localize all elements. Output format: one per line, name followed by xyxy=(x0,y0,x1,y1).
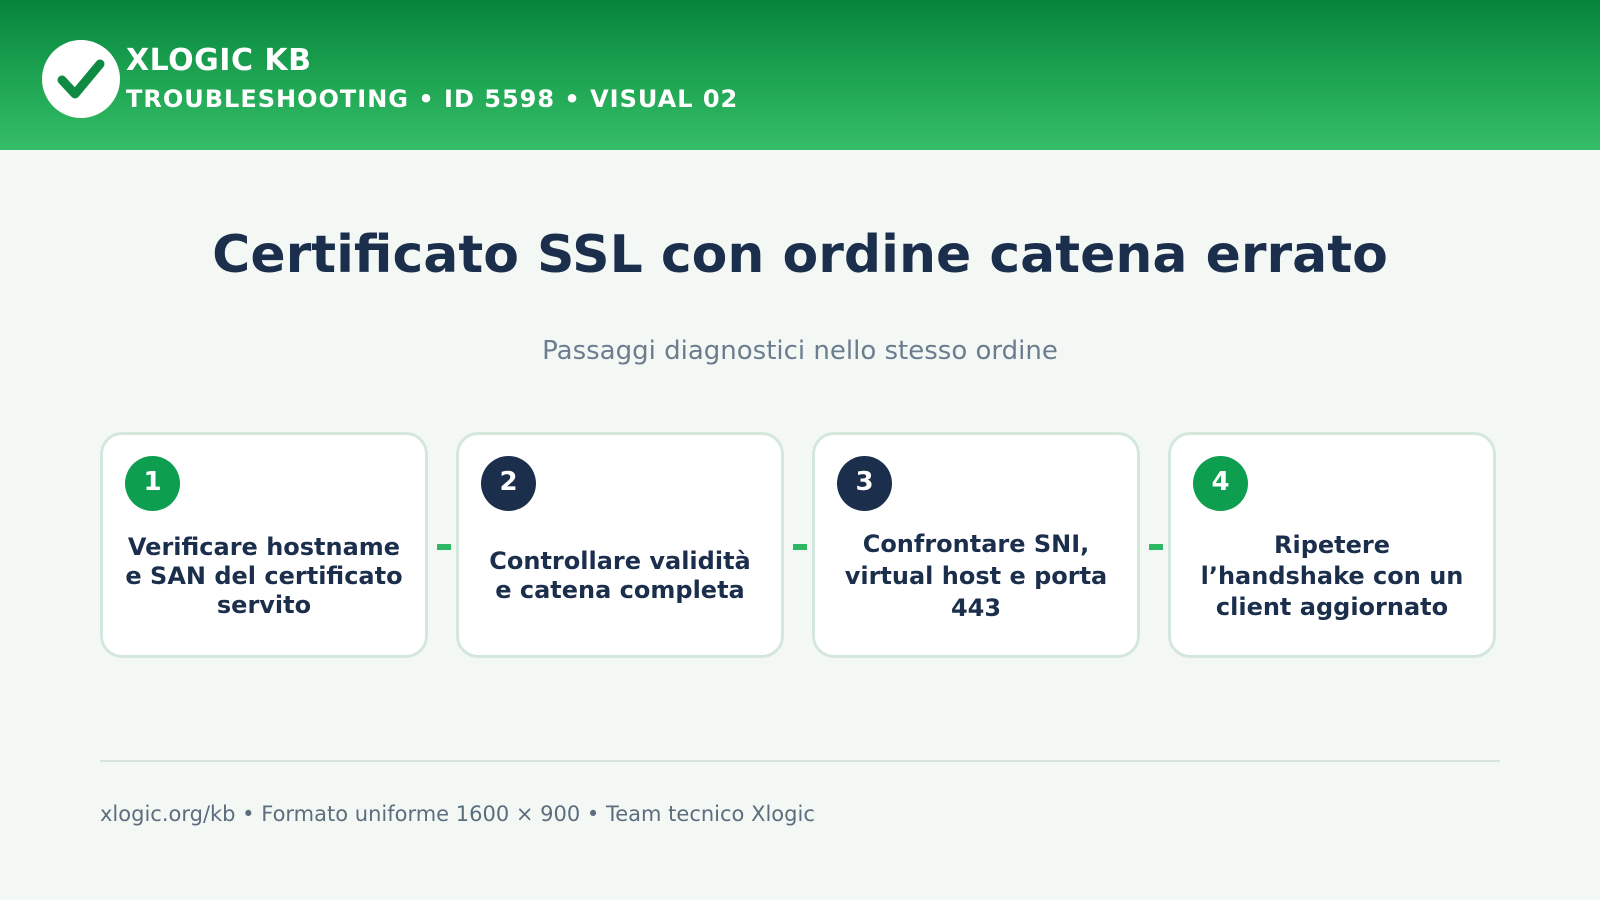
footer-divider xyxy=(100,760,1500,762)
step-text: Verificare hostname e SAN del certificat… xyxy=(125,532,403,619)
page-title: Certificato SSL con ordine catena errato xyxy=(212,225,1388,285)
step-number-badge: 2 xyxy=(481,456,536,511)
step-text: Ripetere l’handshake con un client aggio… xyxy=(1200,530,1464,621)
logo xyxy=(42,40,120,118)
step-card-2: 2 Controllare validità e catena completa xyxy=(456,432,784,658)
step-number-badge: 3 xyxy=(837,456,892,511)
step-connector xyxy=(437,544,451,550)
step-number-badge: 1 xyxy=(125,456,180,511)
footer-text: xlogic.org/kb • Formato uniforme 1600 × … xyxy=(100,802,815,826)
checkmark-icon xyxy=(57,59,105,99)
step-number-badge: 4 xyxy=(1193,456,1248,511)
step-connector xyxy=(1149,544,1163,550)
step-text: Controllare validità e catena completa xyxy=(489,547,751,604)
step-text: Confrontare SNI, virtual host e porta 44… xyxy=(844,530,1108,622)
step-connector xyxy=(793,544,807,550)
brand-name: XLOGIC KB xyxy=(126,43,312,78)
step-card-3: 3 Confrontare SNI, virtual host e porta … xyxy=(812,432,1140,658)
step-card-4: 4 Ripetere l’handshake con un client agg… xyxy=(1168,432,1496,658)
step-card-1: 1 Verificare hostname e SAN del certific… xyxy=(100,432,428,658)
page-subtitle: Passaggi diagnostici nello stesso ordine xyxy=(542,336,1058,366)
header-subline: TROUBLESHOOTING • ID 5598 • VISUAL 02 xyxy=(126,85,739,113)
header-bar: XLOGIC KB TROUBLESHOOTING • ID 5598 • VI… xyxy=(0,0,1600,150)
